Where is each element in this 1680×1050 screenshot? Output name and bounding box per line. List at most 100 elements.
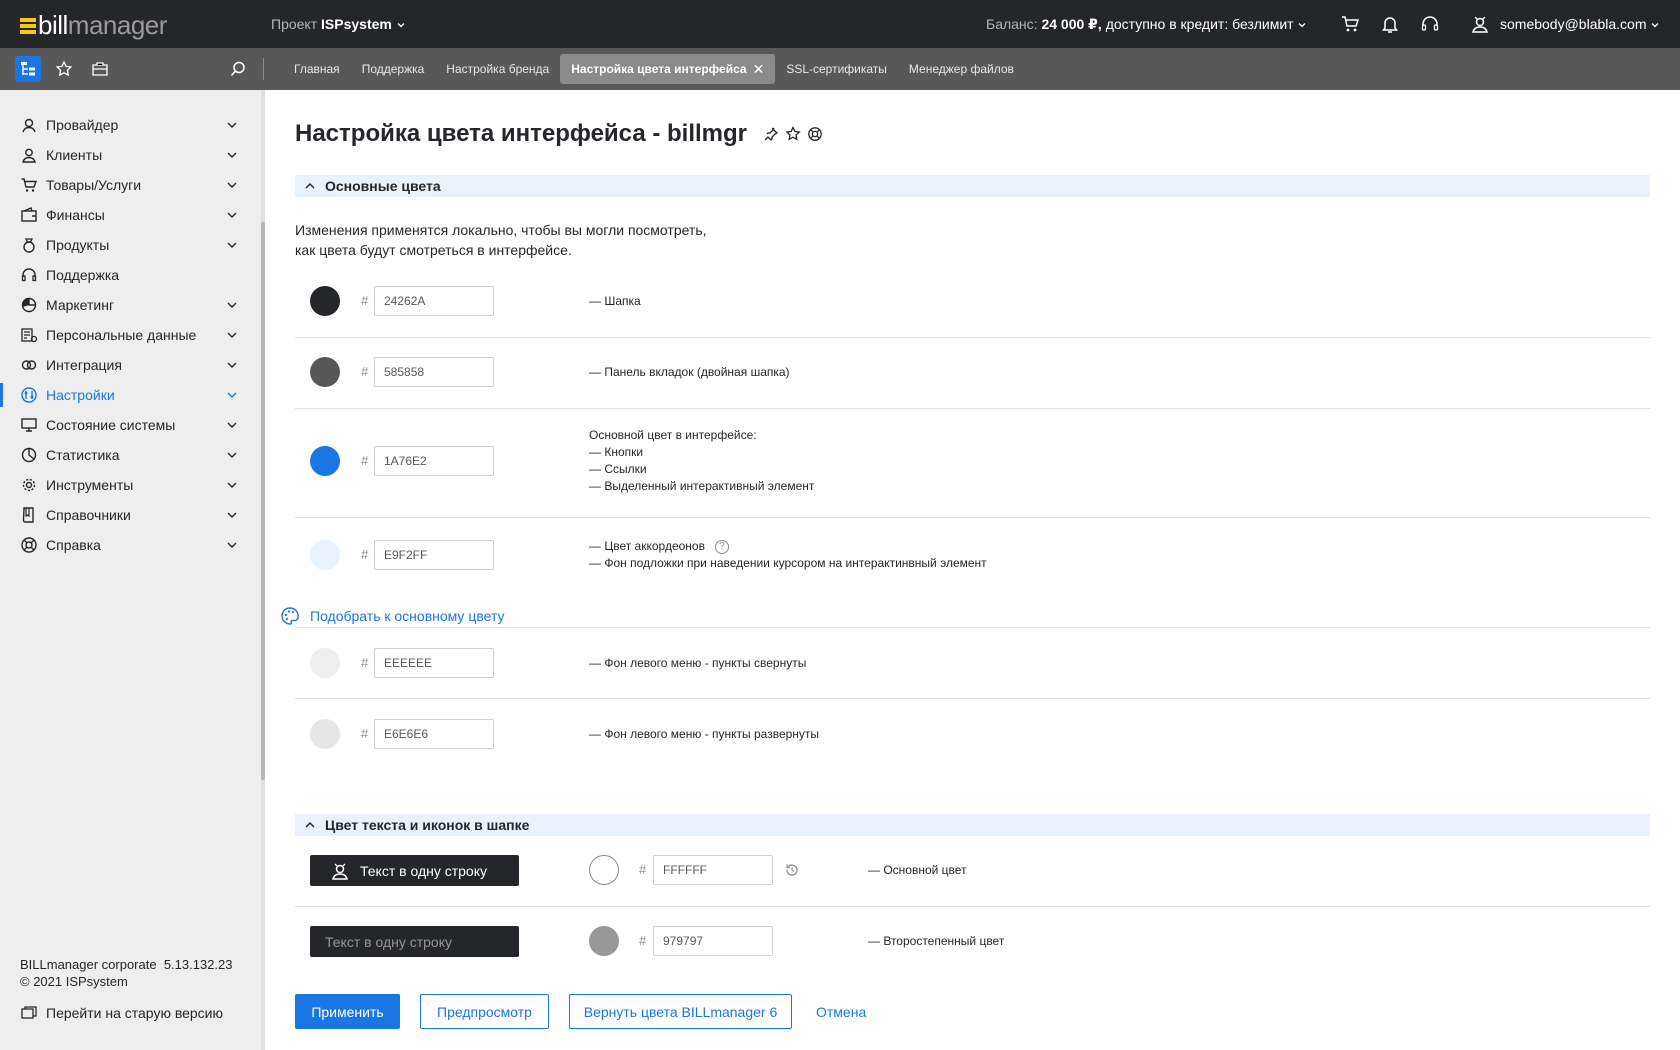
cart-icon bbox=[20, 176, 38, 194]
restore-colors-button[interactable]: Вернуть цвета BILLmanager 6 bbox=[569, 994, 792, 1029]
description: Изменения применятся локально, чтобы вы … bbox=[295, 220, 707, 260]
close-icon[interactable]: ✕ bbox=[753, 54, 765, 84]
hex-color-input[interactable] bbox=[374, 648, 494, 678]
logo[interactable]: bill manager bbox=[20, 10, 167, 41]
accordion-header-text-colors[interactable]: Цвет текста и иконок в шапке bbox=[295, 814, 1650, 836]
hex-color-input[interactable] bbox=[374, 540, 494, 570]
tab-item[interactable]: SSL-сертификаты bbox=[775, 54, 898, 84]
sidebar-item[interactable]: Финансы bbox=[0, 200, 261, 230]
help-icon bbox=[20, 536, 38, 554]
old-version-link[interactable]: Перейти на старую версию bbox=[20, 1004, 223, 1022]
cancel-button[interactable]: Отмена bbox=[812, 994, 870, 1029]
sidebar-item[interactable]: Интеграция bbox=[0, 350, 261, 380]
chevron-down-icon[interactable] bbox=[225, 298, 239, 312]
color-row: # — Фон левого меню - пункты свернуты bbox=[295, 628, 1650, 699]
chevron-down-icon[interactable] bbox=[225, 358, 239, 372]
pick-to-main-color-link[interactable]: Подобрать к основному цвету bbox=[280, 606, 505, 626]
pin-icon[interactable] bbox=[763, 126, 779, 142]
search-button[interactable] bbox=[225, 56, 251, 82]
chevron-down-icon[interactable] bbox=[225, 238, 239, 252]
tab-label: Настройка бренда bbox=[446, 62, 550, 76]
chevron-down-icon[interactable] bbox=[225, 538, 239, 552]
sidebar-item[interactable]: Продукты bbox=[0, 230, 261, 260]
hex-color-input[interactable] bbox=[374, 446, 494, 476]
sidebar-item[interactable]: Статистика bbox=[0, 440, 261, 470]
sidebar-item[interactable]: Провайдер bbox=[0, 110, 261, 140]
accordion-main-colors[interactable]: Основные цвета bbox=[295, 175, 1650, 197]
sidebar-item[interactable]: Состояние системы bbox=[0, 410, 261, 440]
chevron-down-icon[interactable] bbox=[225, 328, 239, 342]
settings-icon bbox=[20, 386, 38, 404]
tab-item[interactable]: Менеджер файлов bbox=[898, 54, 1025, 84]
chevron-down-icon[interactable] bbox=[225, 118, 239, 132]
color-swatch[interactable] bbox=[310, 648, 340, 678]
chevron-down-icon[interactable] bbox=[225, 148, 239, 162]
hex-color-input[interactable] bbox=[653, 855, 773, 885]
color-description: — Основной цвет bbox=[868, 863, 967, 877]
sidebar-item[interactable]: Справочники bbox=[0, 500, 261, 530]
sidebar-item[interactable]: Клиенты bbox=[0, 140, 261, 170]
sidebar-item-label: Справка bbox=[46, 537, 101, 553]
chevron-down-icon[interactable] bbox=[225, 508, 239, 522]
hex-color-input[interactable] bbox=[374, 286, 494, 316]
color-swatch[interactable] bbox=[310, 540, 340, 570]
hex-color-input[interactable] bbox=[374, 719, 494, 749]
color-description: — Панель вкладок (двойная шапка) bbox=[589, 364, 790, 381]
sidebar-item[interactable]: Маркетинг bbox=[0, 290, 261, 320]
color-swatch[interactable] bbox=[310, 286, 340, 316]
user-icon bbox=[332, 863, 348, 880]
apply-button[interactable]: Применить bbox=[295, 994, 400, 1029]
tab-item[interactable]: Настройка бренда bbox=[435, 54, 560, 84]
tab-item[interactable]: Поддержка bbox=[351, 54, 436, 84]
sidebar-item[interactable]: Справка bbox=[0, 530, 261, 560]
user-menu[interactable]: somebody@blabla.com bbox=[1500, 16, 1660, 32]
version-name: BILLmanager corporate bbox=[20, 957, 157, 972]
color-row: # — Фон левого меню - пункты развернуты bbox=[295, 699, 1650, 770]
chevron-down-icon[interactable] bbox=[225, 208, 239, 222]
chevron-down-icon[interactable] bbox=[225, 418, 239, 432]
chevron-down-icon[interactable] bbox=[225, 388, 239, 402]
sidebar-item[interactable]: Товары/Услуги bbox=[0, 170, 261, 200]
color-swatch[interactable] bbox=[310, 357, 340, 387]
project-selector[interactable]: Проект ISPsystem bbox=[271, 16, 406, 32]
cart-icon[interactable] bbox=[1340, 14, 1360, 34]
chevron-down-icon[interactable] bbox=[225, 178, 239, 192]
chevron-down-icon[interactable] bbox=[225, 448, 239, 462]
help-circle-icon[interactable]: ? bbox=[714, 539, 729, 554]
headset-icon[interactable] bbox=[1420, 14, 1440, 34]
accordion-title: Цвет текста и иконок в шапке bbox=[325, 817, 530, 833]
tab-label: Менеджер файлов bbox=[908, 62, 1014, 76]
color-swatch[interactable] bbox=[589, 855, 619, 885]
hex-color-input[interactable] bbox=[653, 926, 773, 956]
hash-symbol: # bbox=[361, 655, 369, 670]
help-icon[interactable] bbox=[807, 126, 823, 142]
tab-item[interactable]: Настройка цвета интерфейса ✕ bbox=[560, 54, 776, 84]
preview-text: Текст в одну строку bbox=[325, 933, 452, 950]
favorites-button[interactable] bbox=[51, 56, 77, 82]
color-swatch[interactable] bbox=[310, 446, 340, 476]
sidebar-item[interactable]: Поддержка bbox=[0, 260, 261, 290]
chevron-up-icon bbox=[305, 183, 315, 189]
description-line: Изменения применятся локально, чтобы вы … bbox=[295, 222, 707, 238]
chevron-down-icon[interactable] bbox=[225, 478, 239, 492]
reset-icon[interactable] bbox=[784, 862, 800, 878]
sidebar-item[interactable]: Инструменты bbox=[0, 470, 261, 500]
star-icon[interactable] bbox=[785, 126, 801, 142]
color-swatch[interactable] bbox=[310, 719, 340, 749]
sidebar-item[interactable]: Персональные данные bbox=[0, 320, 261, 350]
bell-icon[interactable] bbox=[1380, 14, 1400, 34]
version-number: 5.13.132.23 bbox=[163, 957, 233, 972]
menu-tree-button[interactable] bbox=[15, 56, 41, 82]
headset-icon bbox=[20, 266, 38, 284]
tab-item[interactable]: Главная bbox=[283, 54, 351, 84]
hex-color-input[interactable] bbox=[374, 357, 494, 387]
sidebar-item[interactable]: Настройки bbox=[0, 380, 261, 410]
balance-selector[interactable]: Баланс: 24 000 ₽, доступно в кредит: без… bbox=[986, 16, 1307, 33]
sidebar: Провайдер Клиенты Товары/Услуги Финансы Прод… bbox=[0, 90, 261, 1050]
color-row: # — Шапка bbox=[295, 267, 1650, 338]
products-icon bbox=[20, 236, 38, 254]
color-swatch[interactable] bbox=[589, 926, 619, 956]
user-icon[interactable] bbox=[1470, 14, 1490, 34]
dashboard-button[interactable] bbox=[87, 56, 113, 82]
preview-button[interactable]: Предпросмотр bbox=[420, 994, 549, 1029]
